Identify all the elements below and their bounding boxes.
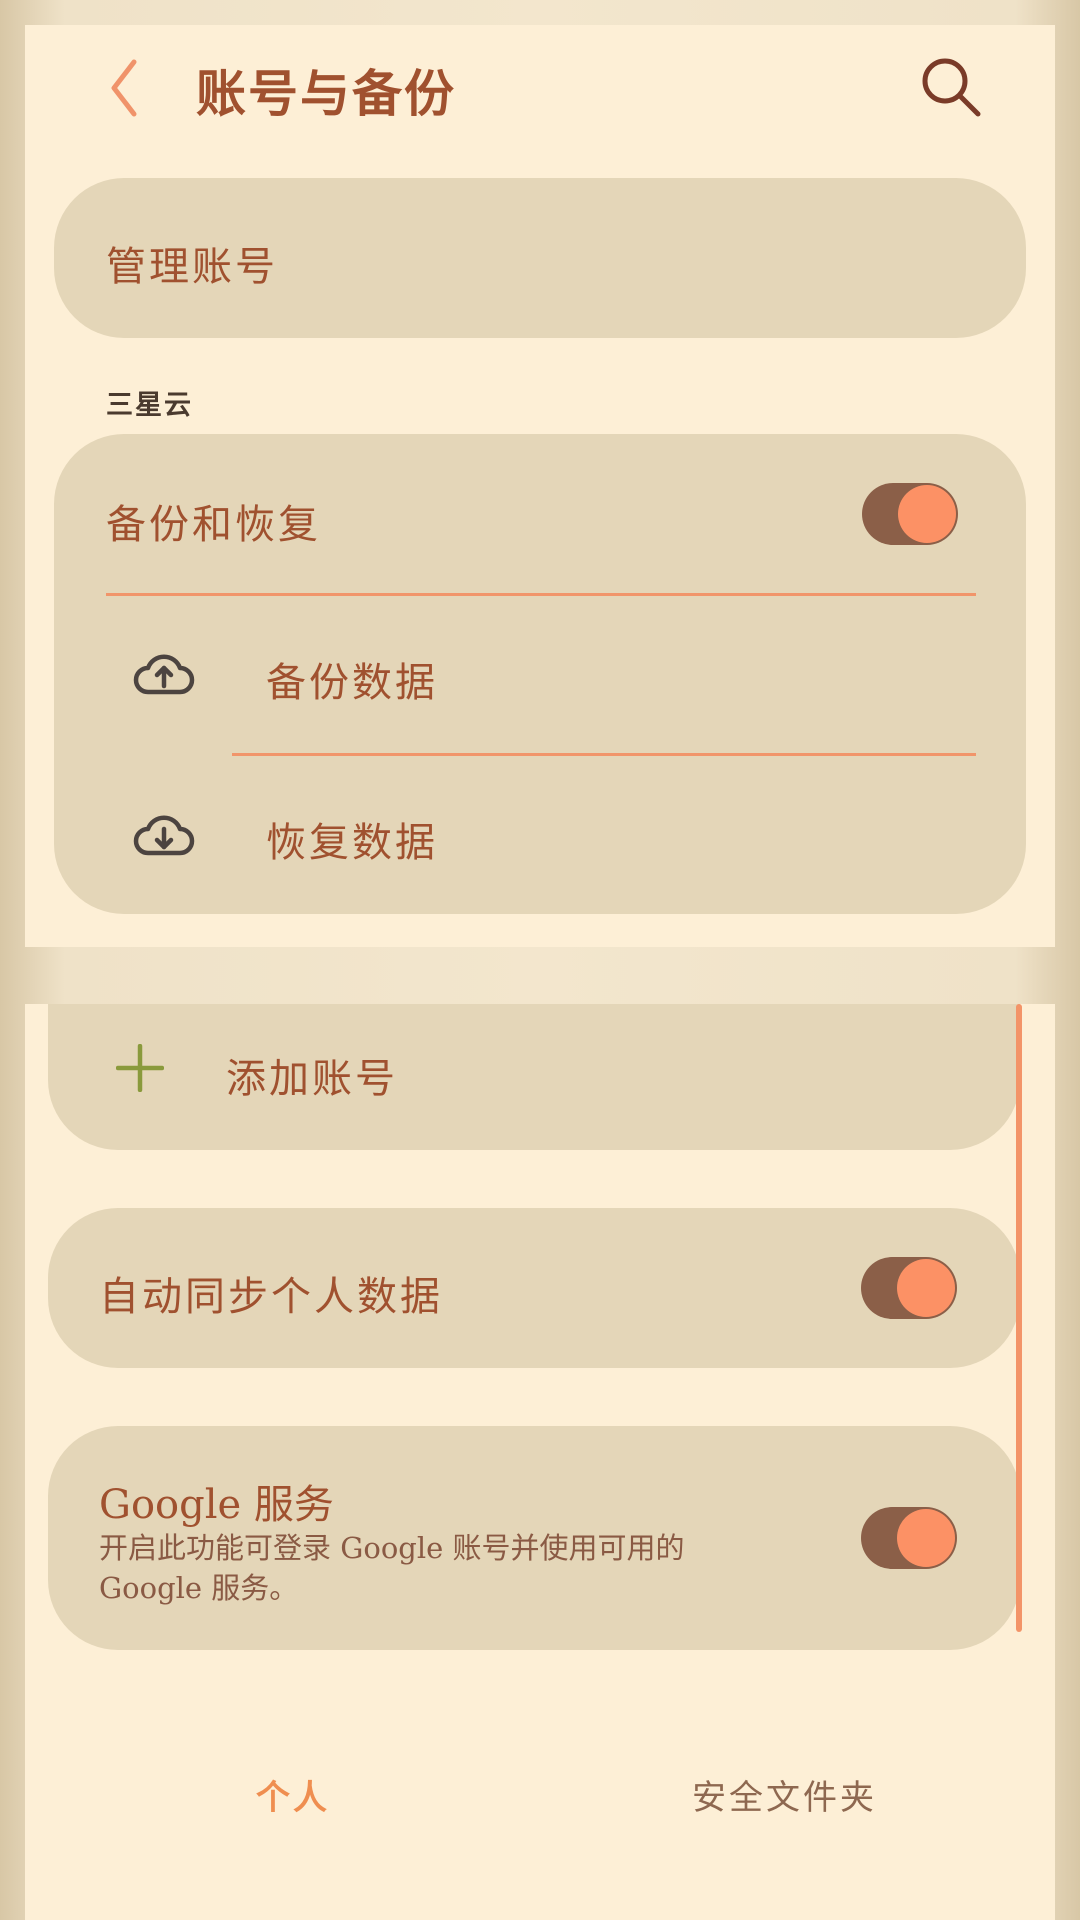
manage-accounts-row[interactable]: 管理账号 [54, 178, 1026, 338]
auto-sync-toggle[interactable] [861, 1257, 957, 1319]
cloud-download-icon [133, 815, 195, 856]
tab-secure-folder[interactable]: 安全文件夹 [692, 1770, 877, 1819]
google-services-toggle[interactable] [861, 1507, 957, 1569]
add-account-row[interactable]: 添加账号 [48, 1004, 1020, 1150]
toggle-knob [898, 485, 956, 543]
auto-sync-label: 自动同步个人数据 [99, 1274, 443, 1320]
scrollbar[interactable] [1016, 1004, 1022, 1632]
restore-data-label: 恢复数据 [266, 820, 438, 866]
google-services-description: 开启此功能可登录 Google 账号并使用可用的 Google 服务。 [99, 1531, 685, 1605]
plus-icon [116, 1044, 164, 1092]
tab-personal[interactable]: 个人 [256, 1770, 330, 1819]
restore-data-row[interactable]: 恢复数据 [54, 756, 1026, 911]
backup-restore-label: 备份和恢复 [106, 502, 321, 548]
manage-accounts-label: 管理账号 [106, 244, 278, 290]
toggle-knob [897, 1509, 955, 1567]
backup-restore-toggle[interactable] [862, 483, 958, 545]
page-title: 账号与备份 [196, 64, 456, 123]
auto-sync-row[interactable]: 自动同步个人数据 [48, 1208, 1020, 1368]
backup-data-row[interactable]: 备份数据 [54, 596, 1026, 751]
samsung-cloud-card: 备份和恢复 备份数据 恢复数据 [54, 434, 1026, 914]
backup-data-label: 备份数据 [266, 660, 438, 706]
chevron-left-icon[interactable] [100, 50, 150, 126]
add-account-label: 添加账号 [226, 1056, 398, 1102]
google-services-row[interactable]: Google 服务 开启此功能可登录 Google 账号并使用可用的 Googl… [48, 1426, 1020, 1650]
samsung-cloud-section-title: 三星云 [106, 390, 193, 421]
toggle-knob [897, 1259, 955, 1317]
search-icon[interactable] [918, 54, 984, 120]
cloud-upload-icon [133, 654, 195, 695]
google-services-title: Google 服务 [99, 1482, 334, 1528]
